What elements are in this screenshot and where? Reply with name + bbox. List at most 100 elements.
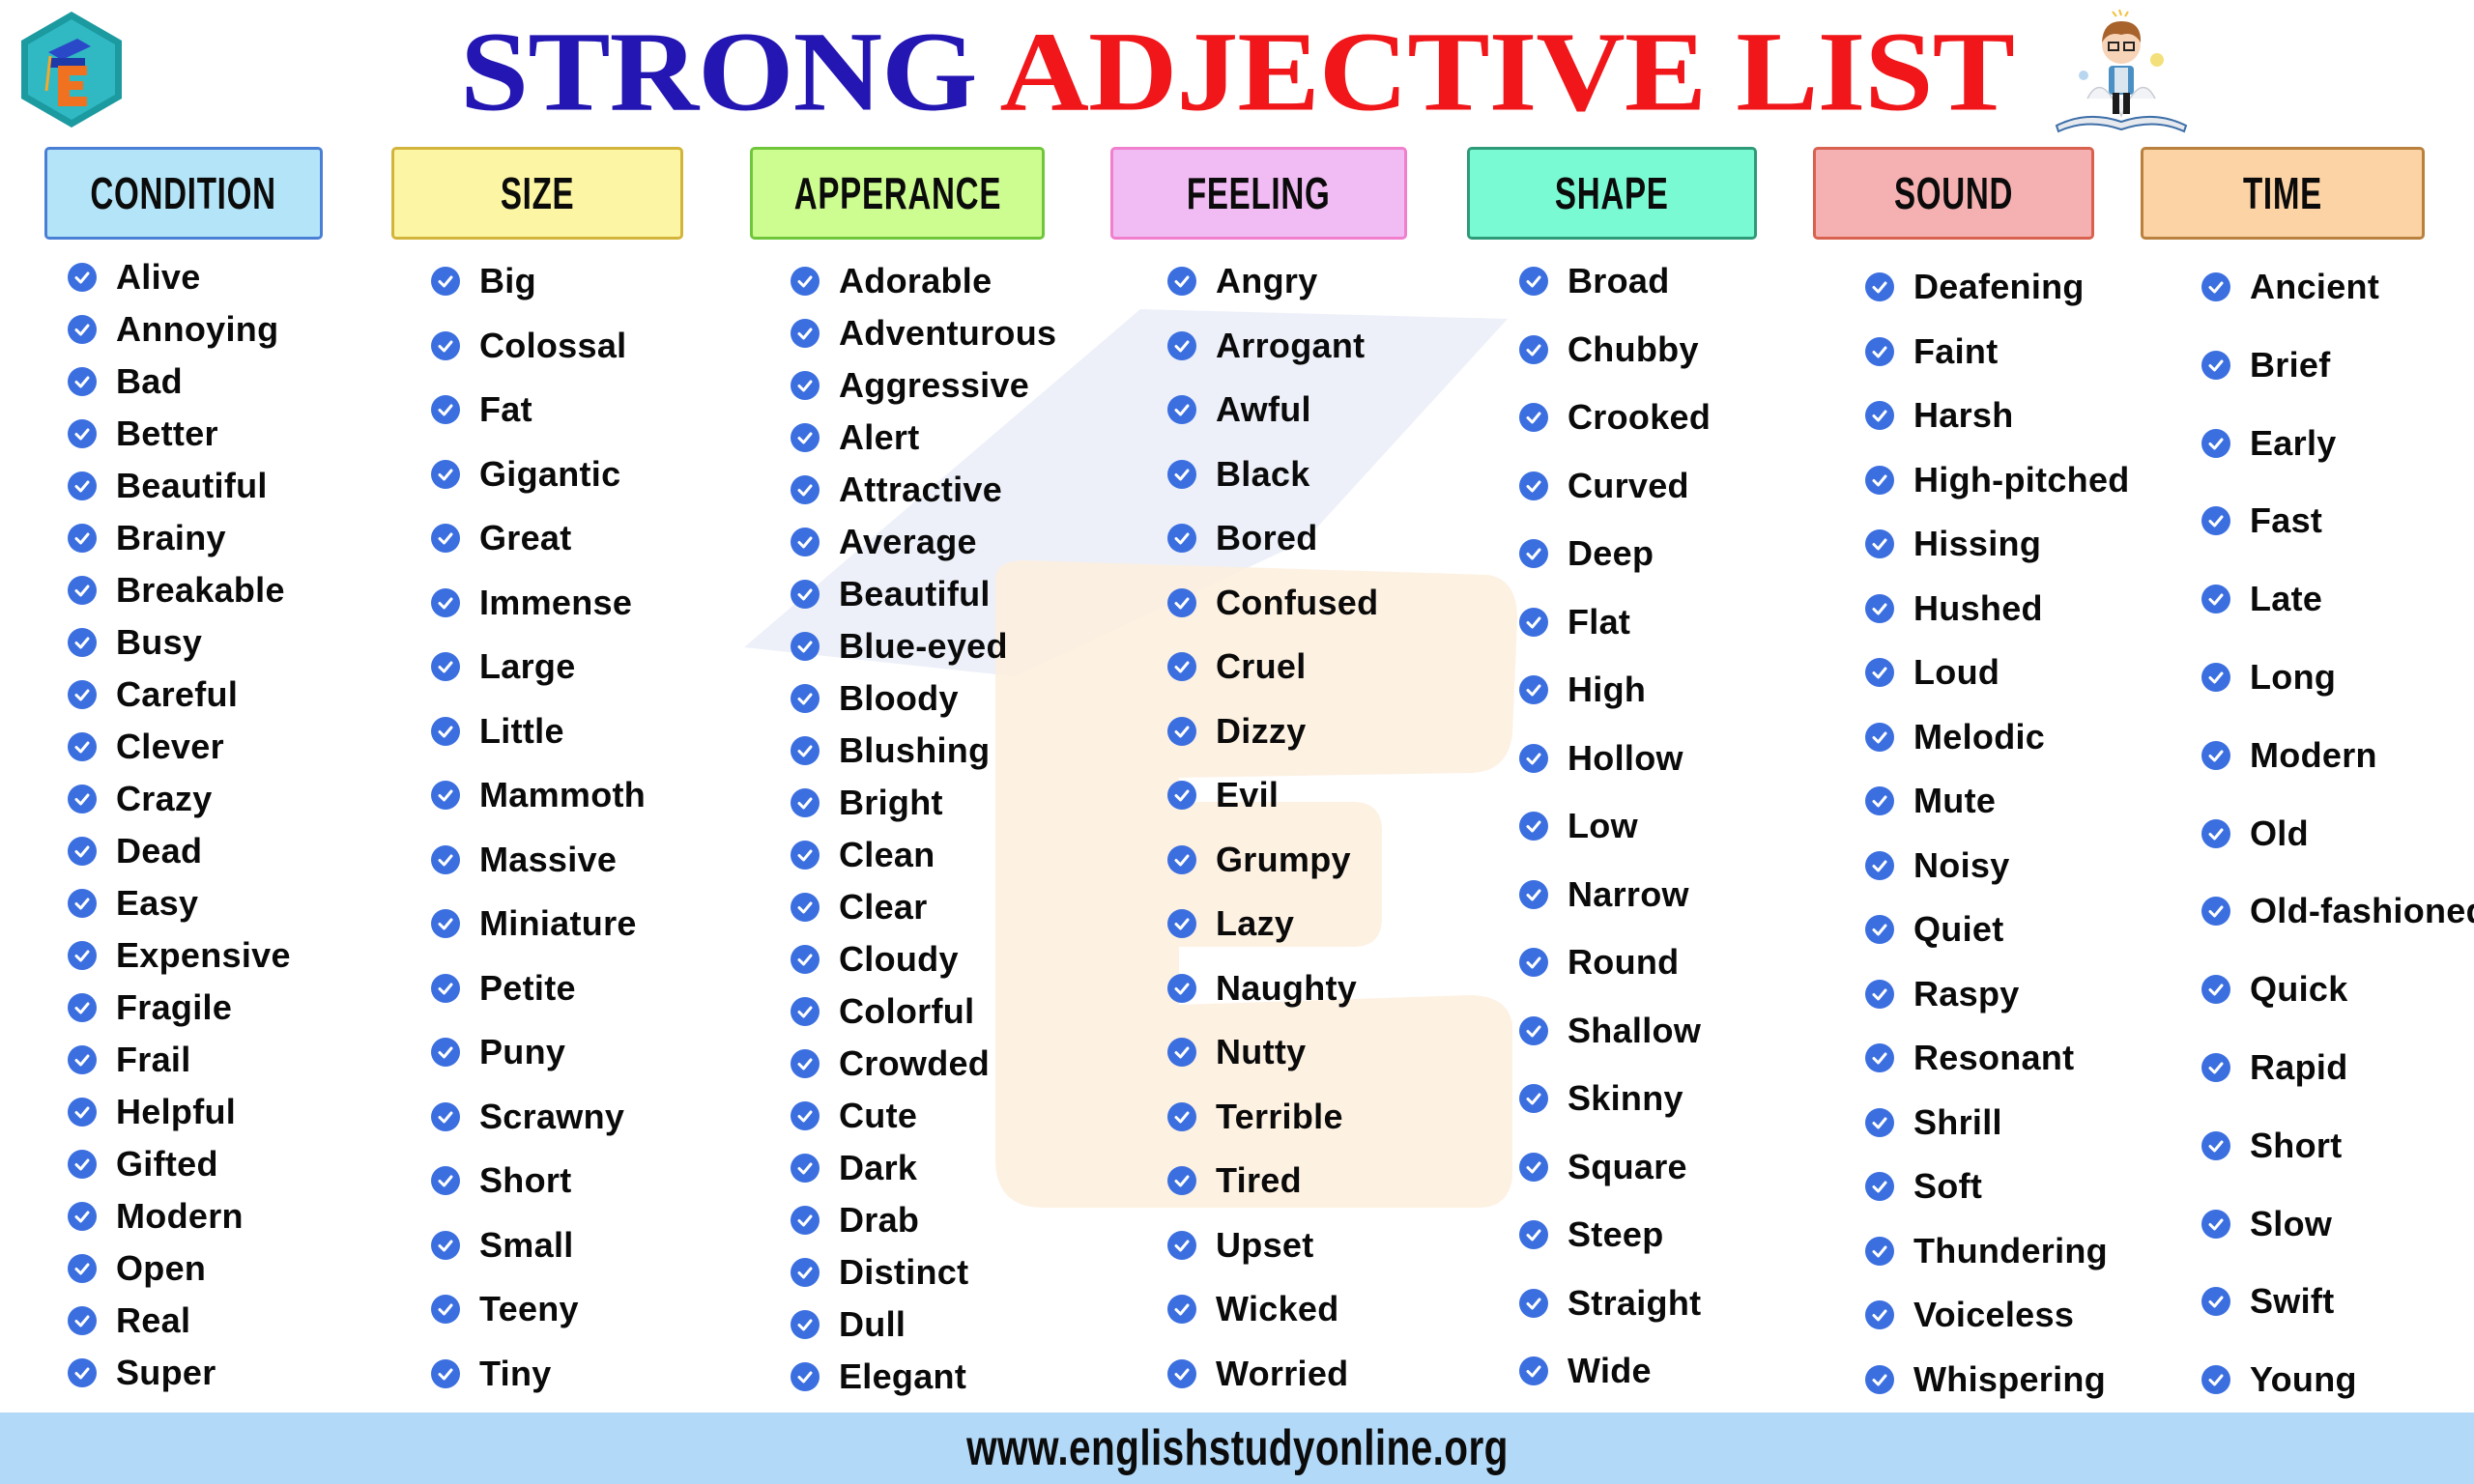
adjective-label: Adorable: [839, 261, 992, 300]
adjective-label: Bloody: [839, 678, 959, 718]
adjective-label: Frail: [116, 1040, 191, 1079]
check-circle-icon: [1519, 1220, 1548, 1249]
list-item: Adorable: [791, 261, 992, 301]
category-header-apperance: APPERANCE: [750, 147, 1045, 240]
check-circle-icon: [791, 371, 820, 400]
list-item: Miniature: [431, 903, 637, 944]
check-circle-icon: [791, 1154, 820, 1183]
check-circle-icon: [68, 1358, 97, 1387]
adjective-label: Chubby: [1568, 328, 1699, 369]
list-item: Ancient: [2201, 267, 2379, 307]
list-item: Fat: [431, 389, 532, 430]
check-circle-icon: [431, 1230, 460, 1260]
list-item: Grumpy: [1167, 840, 1351, 880]
list-item: Long: [2201, 657, 2336, 698]
category-header-shape: SHAPE: [1467, 147, 1757, 240]
check-circle-icon: [431, 716, 460, 746]
list-item: Tiny: [431, 1354, 552, 1394]
list-item: Bloody: [791, 678, 959, 719]
list-item: Massive: [431, 840, 617, 880]
check-circle-icon: [1167, 716, 1196, 746]
adjective-label: Naughty: [1216, 967, 1358, 1008]
adjective-label: Clean: [839, 835, 935, 874]
check-circle-icon: [1865, 1364, 1894, 1394]
check-circle-icon: [1519, 403, 1548, 432]
check-circle-icon: [791, 423, 820, 452]
adjective-label: Alert: [839, 417, 920, 457]
check-circle-icon: [791, 1362, 820, 1391]
adjective-label: Flat: [1568, 601, 1631, 642]
list-item: Drab: [791, 1200, 919, 1241]
check-circle-icon: [431, 330, 460, 360]
footer-website-link[interactable]: www.englishstudyonline.org: [966, 1419, 1509, 1477]
check-circle-icon: [1865, 658, 1894, 687]
adjective-label: Scrawny: [479, 1096, 625, 1136]
title-strong: STRONG: [460, 8, 978, 135]
check-circle-icon: [1519, 1152, 1548, 1182]
list-item: Noisy: [1865, 845, 2010, 886]
check-circle-icon: [68, 941, 97, 970]
list-item: Cute: [791, 1096, 917, 1136]
adjective-label: Hushed: [1913, 587, 2043, 628]
list-item: Colorful: [791, 991, 974, 1032]
list-item: Small: [431, 1225, 574, 1266]
adjective-label: Skinny: [1568, 1078, 1683, 1118]
adjective-label: Confused: [1216, 582, 1379, 622]
list-item: Clean: [791, 835, 935, 875]
adjective-label: Noisy: [1913, 844, 2010, 885]
check-circle-icon: [431, 587, 460, 617]
adjective-label: Aggressive: [839, 365, 1030, 405]
check-circle-icon: [1865, 1300, 1894, 1329]
adjective-label: Old-fashioned: [2250, 891, 2474, 931]
check-circle-icon: [431, 1166, 460, 1195]
check-circle-icon: [1865, 272, 1894, 301]
list-item: Crowded: [791, 1043, 990, 1084]
check-circle-icon: [431, 781, 460, 810]
list-item: Fast: [2201, 500, 2322, 541]
check-circle-icon: [791, 267, 820, 296]
check-circle-icon: [1167, 1101, 1196, 1131]
list-item: Average: [791, 522, 977, 562]
adjective-label: Arrogant: [1216, 325, 1366, 365]
list-item: Straight: [1519, 1283, 1701, 1324]
check-circle-icon: [1519, 948, 1548, 977]
adjective-label: Small: [479, 1224, 574, 1265]
adjective-label: Hissing: [1913, 524, 2042, 563]
adjective-label: Blue-eyed: [839, 626, 1008, 666]
list-item: Curved: [1519, 466, 1689, 506]
check-circle-icon: [1519, 1288, 1548, 1318]
student-reading-icon: [2055, 9, 2188, 133]
adjective-label: Upset: [1216, 1224, 1314, 1265]
adjective-label: Breakable: [116, 570, 285, 610]
list-item: Hushed: [1865, 588, 2043, 629]
list-item: Adventurous: [791, 313, 1056, 354]
adjective-label: Elegant: [839, 1356, 967, 1396]
list-item: Cloudy: [791, 939, 959, 980]
check-circle-icon: [791, 1258, 820, 1287]
list-item: Young: [2201, 1359, 2357, 1400]
adjective-label: Puny: [479, 1032, 566, 1071]
check-circle-icon: [2201, 1130, 2230, 1160]
check-circle-icon: [431, 395, 460, 424]
check-circle-icon: [68, 1098, 97, 1127]
footer-bar: www.englishstudyonline.org: [0, 1413, 2474, 1484]
list-item: Crooked: [1519, 397, 1711, 438]
list-item: Confused: [1167, 583, 1378, 623]
list-item: Square: [1519, 1147, 1687, 1187]
list-item: Large: [431, 646, 576, 687]
category-header-size: SIZE: [391, 147, 683, 240]
list-item: Petite: [431, 968, 576, 1009]
check-circle-icon: [791, 580, 820, 609]
list-item: Bad: [68, 361, 183, 402]
list-item: Low: [1519, 806, 1638, 846]
list-item: Dead: [68, 831, 202, 871]
list-item: Narrow: [1519, 874, 1689, 915]
list-item: Alert: [791, 417, 920, 458]
adjective-label: Mammoth: [479, 775, 647, 814]
adjective-label: Crowded: [839, 1043, 991, 1083]
category-header-sound: SOUND: [1813, 147, 2094, 240]
list-item: Resonant: [1865, 1038, 2074, 1078]
adjective-label: Deafening: [1913, 267, 2085, 306]
check-circle-icon: [1519, 1356, 1548, 1385]
list-item: Old: [2201, 813, 2309, 854]
